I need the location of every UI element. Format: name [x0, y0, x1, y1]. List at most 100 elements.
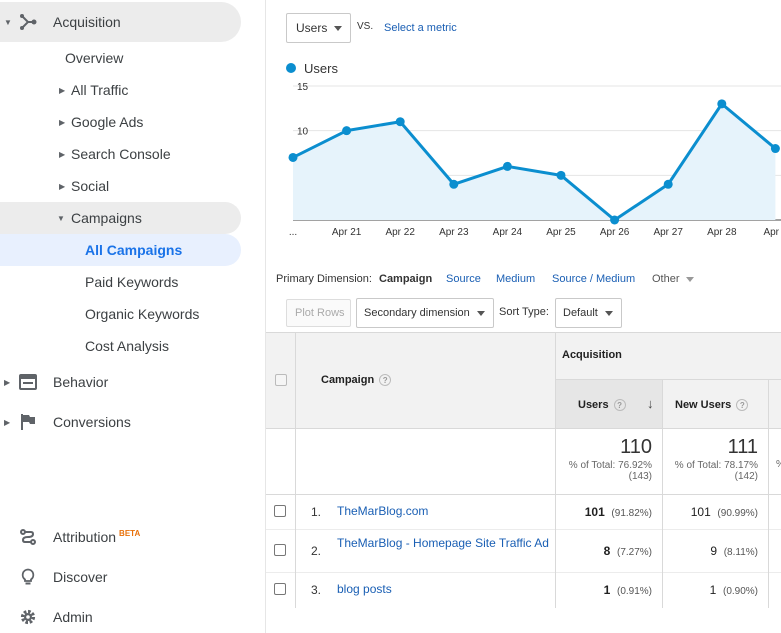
grid-line — [768, 379, 769, 608]
users-total-of: (143) — [628, 471, 652, 482]
help-icon[interactable]: ? — [736, 399, 749, 412]
users-total: 110 % of Total: 76.92% (143) — [556, 436, 652, 482]
nav-admin[interactable]: Admin — [0, 597, 241, 633]
select-metric-link[interactable]: Select a metric — [384, 22, 457, 34]
nav-cost-analysis[interactable]: Cost Analysis — [0, 330, 241, 362]
primary-dimension-label: Primary Dimension: — [276, 273, 372, 285]
caret-right-icon: ▶ — [59, 181, 66, 191]
new-users-pct: (90.99%) — [717, 508, 758, 519]
nav-acquisition[interactable]: ▼ Acquisition — [0, 2, 241, 42]
plot-rows-button[interactable]: Plot Rows — [286, 299, 351, 327]
users-line-chart: 51015...Apr 21Apr 22Apr 23Apr 24Apr 25Ap… — [288, 82, 781, 238]
users-total-pct: % of Total: 76.92% — [568, 460, 652, 471]
campaign-link[interactable]: TheMarBlog - Homepage Site Traffic Ad — [337, 537, 552, 550]
dropdown-arrow-icon — [605, 311, 613, 316]
beta-badge: BETA — [119, 529, 141, 539]
nav-all-traffic[interactable]: ▶ All Traffic — [0, 74, 241, 106]
nav-organic-keywords-label: Organic Keywords — [85, 306, 200, 322]
nav-all-traffic-label: All Traffic — [71, 82, 129, 98]
grid-line — [266, 428, 781, 429]
x-tick-label: Apr 22 — [385, 227, 415, 238]
users-pct: (91.82%) — [611, 508, 652, 519]
nav-attribution[interactable]: Attribution BETA — [0, 517, 241, 557]
dropdown-arrow-icon — [477, 311, 485, 316]
row-checkbox[interactable] — [274, 544, 286, 556]
dimension-medium-link[interactable]: Medium — [496, 273, 535, 285]
sort-type-select[interactable]: Default — [555, 298, 622, 328]
nav-search-console[interactable]: ▶ Search Console — [0, 138, 241, 170]
nav-all-campaigns[interactable]: All Campaigns — [0, 234, 241, 266]
nav-google-ads[interactable]: ▶ Google Ads — [0, 106, 241, 138]
data-point — [663, 179, 673, 189]
nav-campaigns-label: Campaigns — [71, 210, 142, 226]
attribution-icon — [20, 529, 36, 545]
sort-descending-icon[interactable]: ↓ — [647, 396, 654, 411]
x-tick-label: Apr 23 — [439, 227, 469, 238]
nav-discover[interactable]: Discover — [0, 557, 241, 597]
grid-line — [266, 572, 781, 573]
nav-campaigns[interactable]: ▼ Campaigns — [0, 202, 241, 234]
nav-paid-keywords[interactable]: Paid Keywords — [0, 266, 241, 298]
nav-behavior-label: Behavior — [53, 374, 109, 390]
row-checkbox[interactable] — [274, 583, 286, 595]
new-users-column-header[interactable]: New Users? — [675, 399, 749, 412]
users-value: 8 — [603, 544, 611, 558]
metric-select-value: Users — [296, 21, 328, 35]
caret-right-icon: ▶ — [59, 149, 66, 159]
nav-paid-keywords-label: Paid Keywords — [85, 274, 179, 290]
help-icon[interactable]: ? — [613, 399, 626, 412]
x-tick-label: Apr 28 — [707, 227, 737, 238]
gear-icon — [20, 609, 36, 625]
nav-discover-label: Discover — [53, 569, 108, 585]
row-index: 2. — [311, 544, 322, 558]
new-users-value: 1 — [709, 583, 717, 597]
data-point — [770, 144, 780, 154]
sort-type-value: Default — [563, 307, 598, 319]
x-tick-label: ... — [289, 227, 297, 238]
caret-down-icon: ▼ — [57, 213, 65, 223]
users-pct: (0.91%) — [616, 586, 652, 597]
new-users-cell: 9 (8.11%) — [663, 544, 758, 558]
row-checkbox[interactable] — [274, 505, 286, 517]
sidebar: ▼ Acquisition Overview ▶ All Traffic ▶ G… — [0, 0, 266, 633]
row-index: 3. — [311, 583, 322, 597]
nav-conversions[interactable]: ▶ Conversions — [0, 402, 241, 442]
primary-dimension-selected[interactable]: Campaign — [379, 273, 432, 285]
users-column-header[interactable]: Users? — [578, 399, 626, 412]
new-users-cell: 1 (0.90%) — [663, 583, 758, 597]
caret-right-icon: ▶ — [4, 377, 11, 387]
nav-conversions-label: Conversions — [53, 414, 131, 430]
users-header-label: Users — [578, 399, 609, 411]
campaign-link[interactable]: blog posts — [337, 582, 392, 596]
nav-admin-label: Admin — [53, 609, 93, 625]
users-value: 101 — [584, 505, 605, 519]
metric-select[interactable]: Users — [286, 13, 351, 43]
vs-label: VS. — [357, 21, 374, 32]
dimension-other-dropdown[interactable]: Other — [652, 273, 694, 285]
nav-overview[interactable]: Overview — [0, 42, 241, 74]
grid-line — [556, 379, 781, 380]
nav-social[interactable]: ▶ Social — [0, 170, 241, 202]
nav-social-label: Social — [71, 178, 110, 194]
dimension-source-medium-link[interactable]: Source / Medium — [552, 273, 635, 285]
new-users-total-pct: % of Total: 78.17% — [674, 460, 758, 471]
dimension-source-link[interactable]: Source — [446, 273, 481, 285]
users-pct: (7.27%) — [616, 547, 652, 558]
nav-behavior[interactable]: ▶ Behavior — [0, 362, 241, 402]
campaign-link[interactable]: TheMarBlog.com — [337, 504, 428, 518]
new-users-total: 111 % of Total: 78.17% (142) — [663, 436, 758, 482]
x-tick-label: Apr 2 — [763, 227, 781, 238]
x-tick-label: Apr 25 — [546, 227, 576, 238]
sort-type-label: Sort Type: — [499, 306, 549, 318]
help-icon[interactable]: ? — [379, 374, 392, 387]
data-point — [556, 170, 566, 180]
secondary-dimension-label: Secondary dimension — [364, 307, 470, 319]
nav-organic-keywords[interactable]: Organic Keywords — [0, 298, 241, 330]
users-cell: 101 (91.82%) — [556, 505, 652, 519]
legend-label: Users — [304, 61, 338, 76]
secondary-dimension-select[interactable]: Secondary dimension — [356, 298, 494, 328]
select-all-checkbox[interactable] — [275, 374, 287, 386]
data-point — [449, 179, 459, 189]
campaign-column-header[interactable]: Campaign? — [321, 374, 392, 387]
new-users-value: 9 — [710, 544, 718, 558]
